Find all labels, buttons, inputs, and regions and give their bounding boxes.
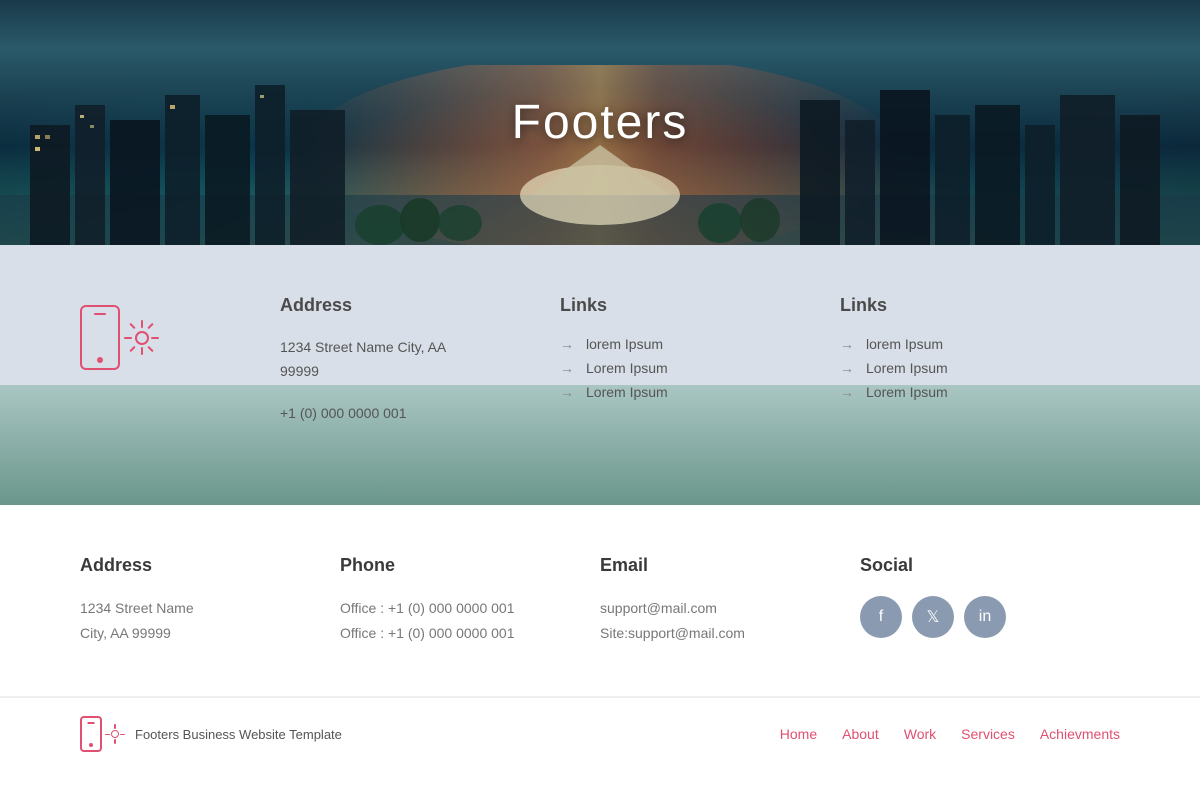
nav-link-about[interactable]: About bbox=[842, 726, 879, 742]
arrow-icon bbox=[840, 384, 856, 400]
footer-1-section: Address 1234 Street Name City, AA 99999 … bbox=[0, 245, 1200, 505]
footer-1-link-item[interactable]: lorem Ipsum bbox=[560, 336, 840, 352]
arrow-icon bbox=[560, 360, 576, 376]
footer-1-link2-item[interactable]: lorem Ipsum bbox=[840, 336, 1120, 352]
footer-2-social-col: Social f 𝕏 in bbox=[860, 555, 1120, 646]
twitter-icon[interactable]: 𝕏 bbox=[912, 596, 954, 638]
footer-2-email-line2: Site:support@mail.com bbox=[600, 621, 860, 646]
skyline-svg bbox=[0, 65, 1200, 245]
footer-2-email-title: Email bbox=[600, 555, 860, 576]
phone-icon bbox=[80, 305, 120, 370]
footer-1-phone: +1 (0) 000 0000 001 bbox=[280, 402, 560, 426]
footer-2-phone-line2: Office : +1 (0) 000 0000 001 bbox=[340, 621, 600, 646]
hero-section: Footers bbox=[0, 0, 1200, 245]
arrow-icon bbox=[840, 360, 856, 376]
footer-2-social-title: Social bbox=[860, 555, 1120, 576]
footer-nav: Home About Work Services Achievments bbox=[780, 726, 1120, 742]
nav-link-work[interactable]: Work bbox=[904, 726, 936, 742]
nav-link-services[interactable]: Services bbox=[961, 726, 1015, 742]
footer-2-phone-col: Phone Office : +1 (0) 000 0000 001 Offic… bbox=[340, 555, 600, 646]
footer-1-link2-item[interactable]: Lorem Ipsum bbox=[840, 360, 1120, 376]
arrow-icon bbox=[840, 336, 856, 352]
footer-1-link2-item[interactable]: Lorem Ipsum bbox=[840, 384, 1120, 400]
footer-2-section: Address 1234 Street Name City, AA 99999 … bbox=[0, 505, 1200, 697]
footer-2-phone-line1: Office : +1 (0) 000 0000 001 bbox=[340, 596, 600, 621]
bottom-brand-icon bbox=[80, 716, 125, 752]
footer-1-links1-title: Links bbox=[560, 295, 840, 316]
sun-icon bbox=[124, 320, 159, 355]
footer-1-address-text: 1234 Street Name City, AA 99999 bbox=[280, 336, 560, 384]
brand-text: Footers Business Website Template bbox=[135, 727, 342, 742]
footer-2-address-col: Address 1234 Street Name City, AA 99999 bbox=[80, 555, 340, 646]
footer-2-email-line1: support@mail.com bbox=[600, 596, 860, 621]
linkedin-icon[interactable]: in bbox=[964, 596, 1006, 638]
footer-2-address-text: 1234 Street Name City, AA 99999 bbox=[80, 596, 340, 646]
footer-bottom-bar: Footers Business Website Template Home A… bbox=[0, 697, 1200, 770]
footer-1-address-title: Address bbox=[280, 295, 560, 316]
footer-1-link-item[interactable]: Lorem Ipsum bbox=[560, 360, 840, 376]
footer-2-email-col: Email support@mail.com Site:support@mail… bbox=[600, 555, 860, 646]
footer-2-phone-title: Phone bbox=[340, 555, 600, 576]
mini-sun-icon bbox=[105, 724, 125, 744]
nav-link-home[interactable]: Home bbox=[780, 726, 817, 742]
nav-link-achievments[interactable]: Achievments bbox=[1040, 726, 1120, 742]
mini-phone-icon bbox=[80, 716, 102, 752]
bottom-brand: Footers Business Website Template bbox=[80, 716, 342, 752]
arrow-icon bbox=[560, 384, 576, 400]
footer-1-links2-title: Links bbox=[840, 295, 1120, 316]
facebook-icon[interactable]: f bbox=[860, 596, 902, 638]
brand-icon bbox=[80, 305, 159, 370]
footer-1-address-col: Address 1234 Street Name City, AA 99999 … bbox=[280, 295, 560, 425]
page-title: Footers bbox=[512, 95, 689, 150]
footer-1-logo bbox=[80, 295, 280, 425]
footer-1-links1-col: Links lorem Ipsum Lorem Ipsum Lorem Ipsu… bbox=[560, 295, 840, 425]
footer-2-address-title: Address bbox=[80, 555, 340, 576]
social-icons-group: f 𝕏 in bbox=[860, 596, 1120, 638]
arrow-icon bbox=[560, 336, 576, 352]
footer-1-link-item[interactable]: Lorem Ipsum bbox=[560, 384, 840, 400]
footer-1-links2-col: Links lorem Ipsum Lorem Ipsum Lorem Ipsu… bbox=[840, 295, 1120, 425]
